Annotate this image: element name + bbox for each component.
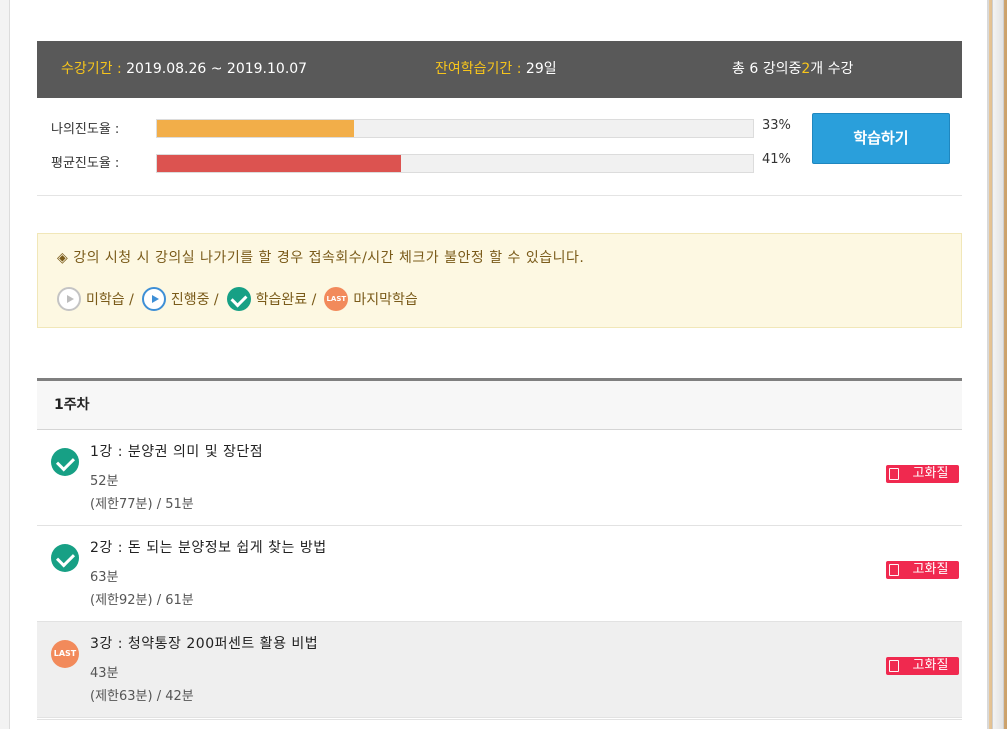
last-badge-icon: LAST bbox=[51, 640, 79, 668]
film-icon bbox=[889, 660, 899, 672]
week-header: 1주차 bbox=[37, 378, 962, 430]
enroll-period-value: 2019.08.26 ~ 2019.10.07 bbox=[126, 61, 308, 77]
my-progress-label: 나의진도율 : bbox=[51, 122, 120, 137]
legend-pending: 미학습 / bbox=[57, 287, 134, 311]
film-icon bbox=[889, 564, 899, 576]
completed-check-icon bbox=[51, 448, 79, 476]
total-suffix: 개 수강 bbox=[810, 61, 854, 77]
lecture-row-partial bbox=[37, 719, 962, 730]
legend-last-label: 마지막학습 bbox=[353, 292, 418, 308]
progress-section: 나의진도율 : 33% 평균진도율 : 41% 학습하기 bbox=[37, 98, 962, 196]
notice-box: ◈ 강의 시청 시 강의실 나가기를 할 경우 접속회수/시간 체크가 불안정 … bbox=[37, 233, 962, 328]
my-progress-percent: 33% bbox=[762, 118, 791, 133]
hq-play-label: 고화질 bbox=[912, 562, 949, 577]
hq-play-label: 고화질 bbox=[912, 466, 949, 481]
left-edge bbox=[0, 0, 10, 729]
hq-play-button[interactable]: 고화질 bbox=[886, 657, 959, 675]
notice-text: ◈ 강의 시청 시 강의실 나가기를 할 경우 접속회수/시간 체크가 불안정 … bbox=[57, 250, 585, 266]
vertical-scrollbar[interactable] bbox=[992, 0, 1004, 729]
film-icon bbox=[889, 468, 899, 480]
completed-check-icon bbox=[51, 544, 79, 572]
pending-play-icon bbox=[57, 287, 81, 311]
lecture-row[interactable]: 2강 : 돈 되는 분양정보 쉽게 찾는 방법 63분 (제한92분) / 61… bbox=[37, 526, 962, 622]
lecture-row[interactable]: LAST 3강 : 청약통장 200퍼센트 활용 비법 43분 (제한63분) … bbox=[37, 622, 962, 718]
status-legend: 미학습 / 진행중 / 학습완료 / LAST 마지막학습 bbox=[57, 285, 426, 313]
lecture-title[interactable]: 3강 : 청약통장 200퍼센트 활용 비법 bbox=[90, 633, 318, 653]
average-progress-percent: 41% bbox=[762, 152, 791, 167]
lecture-row[interactable]: 1강 : 분양권 의미 및 장단점 52분 (제한77분) / 51분 고화질 bbox=[37, 430, 962, 526]
enroll-period-label: 수강기간 : bbox=[61, 61, 122, 77]
remaining-period: 잔여학습기간 : 29일 bbox=[435, 41, 557, 98]
legend-completed-label: 학습완료 / bbox=[255, 292, 317, 308]
week-title: 1주차 bbox=[54, 397, 90, 413]
my-progress-fill bbox=[157, 120, 354, 137]
lecture-title[interactable]: 1강 : 분양권 의미 및 장단점 bbox=[90, 441, 263, 461]
hq-play-button[interactable]: 고화질 bbox=[886, 465, 959, 483]
last-badge-icon: LAST bbox=[324, 287, 349, 311]
remaining-period-value: 29일 bbox=[525, 61, 557, 77]
legend-completed: 학습완료 / bbox=[226, 287, 317, 311]
lecture-time-limit: (제한77분) / 51분 bbox=[90, 497, 194, 512]
remaining-period-label: 잔여학습기간 : bbox=[435, 61, 522, 77]
start-study-button[interactable]: 학습하기 bbox=[812, 113, 950, 164]
lecture-time-limit: (제한92분) / 61분 bbox=[90, 593, 194, 608]
completed-check-icon bbox=[226, 287, 251, 311]
lecture-title[interactable]: 2강 : 돈 되는 분양정보 쉽게 찾는 방법 bbox=[90, 537, 327, 557]
enroll-period: 수강기간 : 2019.08.26 ~ 2019.10.07 bbox=[61, 41, 307, 98]
taken-lecture-count: 2 bbox=[801, 61, 811, 77]
legend-last: LAST 마지막학습 bbox=[324, 287, 418, 311]
lecture-duration: 63분 bbox=[90, 570, 119, 585]
in-progress-play-icon bbox=[141, 287, 166, 311]
hq-play-button[interactable]: 고화질 bbox=[886, 561, 959, 579]
average-progress-track bbox=[156, 154, 754, 173]
legend-pending-label: 미학습 / bbox=[86, 292, 134, 308]
total-mid: 강의중 bbox=[762, 61, 802, 77]
legend-in-progress: 진행중 / bbox=[141, 287, 219, 311]
average-progress-label: 평균진도율 : bbox=[51, 156, 120, 171]
lecture-duration: 43분 bbox=[90, 666, 119, 681]
average-progress-fill bbox=[157, 155, 402, 172]
lecture-time-limit: (제한63분) / 42분 bbox=[90, 689, 194, 704]
total-lecture-count: 6 bbox=[749, 61, 759, 77]
my-progress-track bbox=[156, 119, 754, 138]
lecture-duration: 52분 bbox=[90, 474, 119, 489]
course-period-bar: 수강기간 : 2019.08.26 ~ 2019.10.07 잔여학습기간 : … bbox=[37, 41, 962, 98]
total-prefix: 총 bbox=[732, 61, 745, 77]
lecture-count-summary: 총 6 강의중2개 수강 bbox=[732, 41, 853, 98]
legend-in-progress-label: 진행중 / bbox=[170, 292, 219, 308]
hq-play-label: 고화질 bbox=[912, 658, 949, 673]
